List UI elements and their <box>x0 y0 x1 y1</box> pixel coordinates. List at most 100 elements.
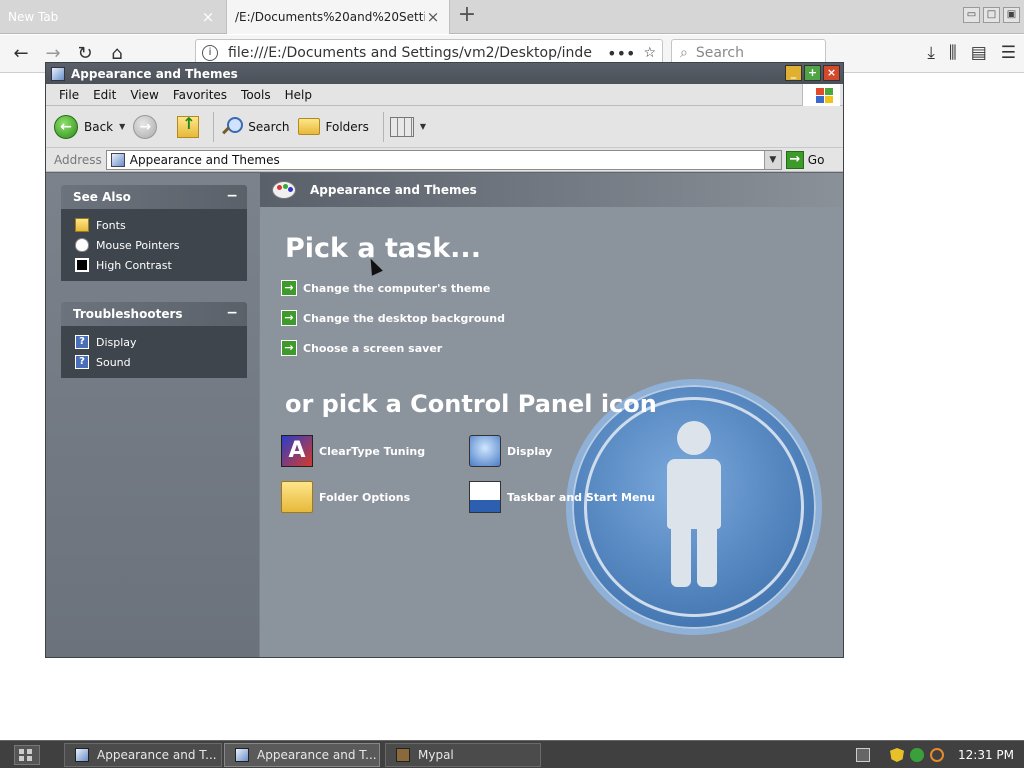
menu-file[interactable]: File <box>52 88 86 102</box>
task-label: Choose a screen saver <box>303 341 443 355</box>
taskbar-task-mypal[interactable]: Mypal <box>385 743 541 767</box>
tab-close-icon[interactable]: × <box>425 8 441 26</box>
address-bar: Address Appearance and Themes ▼ → Go <box>46 148 843 172</box>
see-also-header[interactable]: See Also − <box>61 185 247 209</box>
views-icon <box>389 116 414 137</box>
back-arrow-icon[interactable]: ← <box>8 41 34 67</box>
window-icon <box>51 66 65 81</box>
collapse-icon[interactable]: − <box>226 188 238 204</box>
cp-icon-label: ClearType Tuning <box>319 444 426 458</box>
folders-button[interactable]: Folders <box>297 118 369 135</box>
new-tab-button[interactable]: + <box>455 4 479 28</box>
cleartype-icon: A <box>281 435 313 467</box>
task-screen-saver[interactable]: → Choose a screen saver <box>281 340 442 356</box>
keyboard-icon[interactable] <box>856 748 870 762</box>
menu-icon[interactable]: ☰ <box>1001 43 1016 63</box>
cp-icon-label: Folder Options <box>319 490 411 504</box>
troubleshooters-panel: Troubleshooters − ? Display ? Sound <box>61 302 247 378</box>
search-button[interactable]: Search <box>220 116 290 138</box>
start-menu-button[interactable] <box>14 745 40 765</box>
taskbar-task-1[interactable]: Appearance and T... <box>64 743 222 767</box>
search-tray-icon[interactable] <box>930 748 944 762</box>
forward-icon: → <box>133 114 158 139</box>
folders-label: Folders <box>325 119 369 134</box>
tab-close-icon[interactable]: × <box>200 8 216 26</box>
mypal-icon <box>396 748 410 762</box>
display-icon <box>469 435 501 467</box>
sidebar-item-fonts[interactable]: Fonts <box>75 215 247 235</box>
library-icon[interactable]: ⫼ <box>949 43 957 63</box>
shield-icon[interactable] <box>890 748 904 762</box>
category-header: Appearance and Themes <box>260 173 843 207</box>
search-icon: ⌕ <box>680 45 688 61</box>
window-minimize-button[interactable]: _ <box>785 65 802 81</box>
tab-title: New Tab <box>8 10 59 24</box>
search-icon <box>220 116 244 138</box>
sidebar-item-label: Display <box>96 335 137 349</box>
restore-button[interactable]: ▣ <box>1003 7 1020 23</box>
address-dropdown-icon[interactable]: ▼ <box>763 150 781 169</box>
taskbar-task-2[interactable]: Appearance and T... <box>224 743 380 767</box>
menu-help[interactable]: Help <box>278 88 319 102</box>
sidebar-item-label: Fonts <box>96 218 126 232</box>
sidebar-icon[interactable]: ▤ <box>971 43 987 63</box>
maximize-button[interactable]: □ <box>983 7 1000 23</box>
page-actions-icon[interactable]: ••• <box>607 44 635 63</box>
app-icon <box>235 748 249 762</box>
bookmark-star-icon[interactable]: ☆ <box>643 45 656 61</box>
os-taskbar: Appearance and T... Appearance and T... … <box>0 740 1024 768</box>
toolbar-separator <box>213 111 215 142</box>
see-also-panel: See Also − Fonts Mouse Pointers High Con… <box>61 185 247 281</box>
taskbar-task-label: Mypal <box>418 748 454 762</box>
minimize-button[interactable]: ▭ <box>963 7 980 23</box>
task-arrow-icon: → <box>281 310 297 326</box>
cp-icon-folder-options[interactable]: Folder Options <box>281 481 410 513</box>
menu-tools[interactable]: Tools <box>234 88 278 102</box>
browser-tab-new-tab[interactable]: New Tab × <box>0 0 224 34</box>
task-arrow-icon: → <box>281 280 297 296</box>
window-maximize-button[interactable]: + <box>804 65 821 81</box>
cp-icon-taskbar[interactable]: Taskbar and Start Menu <box>469 481 655 513</box>
cp-icon-cleartype[interactable]: A ClearType Tuning <box>281 435 425 467</box>
appearance-themes-icon <box>268 175 298 205</box>
network-icon[interactable] <box>910 748 924 762</box>
task-change-background[interactable]: → Change the desktop background <box>281 310 505 326</box>
menu-edit[interactable]: Edit <box>86 88 123 102</box>
help-icon: ? <box>75 355 89 369</box>
sidebar-item-mouse-pointers[interactable]: Mouse Pointers <box>75 235 247 255</box>
address-value: Appearance and Themes <box>129 152 280 167</box>
task-arrow-icon: → <box>281 340 297 356</box>
info-icon[interactable]: i <box>202 45 218 61</box>
window-titlebar[interactable]: Appearance and Themes _ + × <box>46 63 843 84</box>
views-button[interactable]: ▼ <box>389 116 426 137</box>
chevron-down-icon[interactable]: ▼ <box>119 122 125 131</box>
window-close-button[interactable]: × <box>823 65 840 81</box>
back-label: Back <box>84 119 114 134</box>
sidebar-item-sound[interactable]: ? Sound <box>75 352 247 372</box>
sidebar-item-label: Sound <box>96 355 131 369</box>
menu-favorites[interactable]: Favorites <box>166 88 234 102</box>
category-title: Appearance and Themes <box>310 183 477 197</box>
downloads-icon[interactable]: ⤓ <box>927 43 935 63</box>
window-title: Appearance and Themes <box>71 66 238 81</box>
collapse-icon[interactable]: − <box>226 305 238 321</box>
cp-icon-label: Taskbar and Start Menu <box>507 490 656 504</box>
browser-tab-active[interactable]: /E:/Documents%20and%20Setti × <box>226 0 450 34</box>
system-tray: 12:31 PM <box>856 741 1024 769</box>
left-task-pane: See Also − Fonts Mouse Pointers High Con… <box>46 173 259 657</box>
pick-task-heading: Pick a task... <box>285 233 481 264</box>
explorer-window: Appearance and Themes _ + × File Edit Vi… <box>45 62 844 658</box>
go-button[interactable]: → Go <box>785 150 824 169</box>
back-button[interactable]: ← Back ▼ <box>54 114 125 139</box>
forward-button[interactable]: → <box>133 114 163 139</box>
sidebar-item-high-contrast[interactable]: High Contrast <box>75 255 247 275</box>
address-field[interactable]: Appearance and Themes ▼ <box>105 149 782 170</box>
troubleshooters-header[interactable]: Troubleshooters − <box>61 302 247 326</box>
cp-icon-display[interactable]: Display <box>469 435 552 467</box>
taskbar-icon <box>469 481 501 513</box>
up-folder-button[interactable] <box>177 114 200 138</box>
sidebar-item-display[interactable]: ? Display <box>75 332 247 352</box>
troubleshooters-body: ? Display ? Sound <box>61 326 247 378</box>
task-change-theme[interactable]: → Change the computer's theme <box>281 280 490 296</box>
menu-view[interactable]: View <box>123 88 165 102</box>
